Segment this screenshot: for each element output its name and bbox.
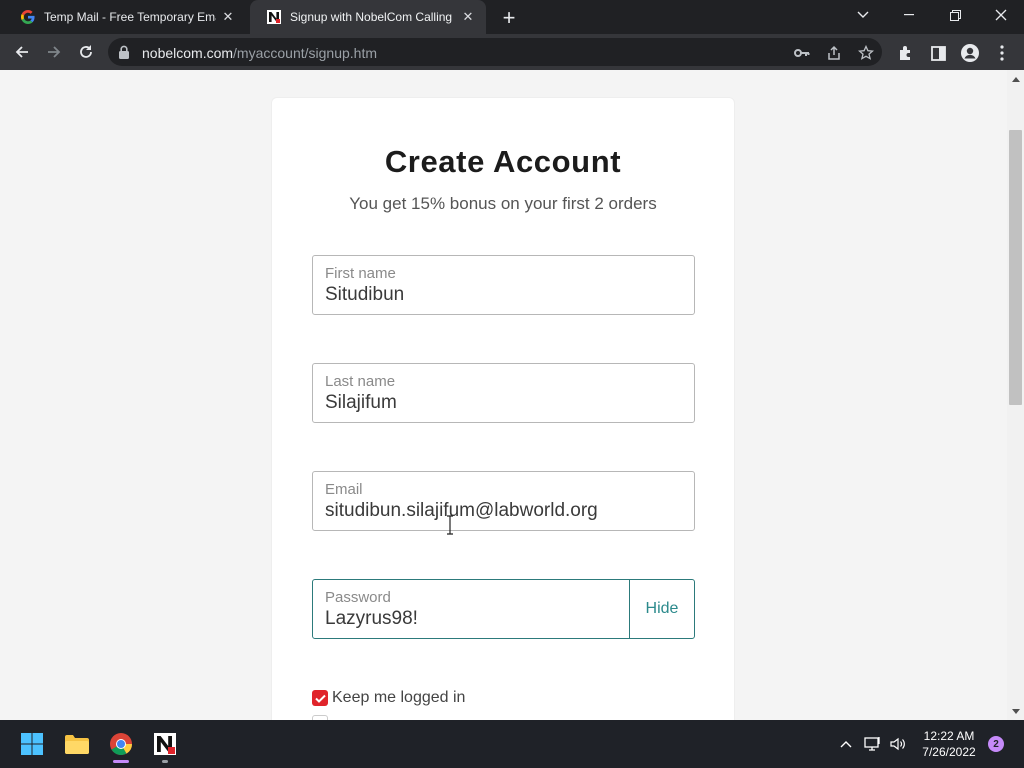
last-name-input[interactable]: [325, 392, 685, 414]
nobelcom-running-indicator: [162, 760, 168, 763]
lock-icon[interactable]: [118, 45, 130, 59]
share-icon[interactable]: [825, 44, 843, 62]
url-path: /myaccount/signup.htm: [233, 45, 378, 61]
new-tab-button[interactable]: +: [496, 5, 522, 31]
scrollbar-thumb[interactable]: [1009, 130, 1022, 405]
volume-icon[interactable]: [888, 734, 908, 754]
email-field[interactable]: Email: [312, 471, 695, 531]
extensions-puzzle-icon[interactable]: [895, 42, 917, 64]
scroll-up-arrow-icon[interactable]: [1007, 72, 1024, 86]
scroll-down-arrow-icon[interactable]: [1007, 704, 1024, 718]
restore-button[interactable]: [932, 0, 978, 30]
page-title: Create Account: [384, 144, 622, 179]
google-g-icon: [20, 9, 36, 25]
minimize-button[interactable]: [886, 0, 932, 30]
close-tab-icon[interactable]: ✕: [216, 5, 240, 29]
chrome-icon[interactable]: [105, 728, 137, 760]
password-field[interactable]: Password: [312, 579, 630, 639]
last-name-label: Last name: [325, 373, 396, 390]
tab-search-chevron-icon[interactable]: [840, 0, 886, 30]
page-viewport: Create Account You get 15% bonus on your…: [0, 70, 1024, 720]
password-key-icon[interactable]: [793, 44, 811, 62]
bookmark-star-icon[interactable]: [857, 44, 875, 62]
system-clock[interactable]: 12:22 AM 7/26/2022: [912, 728, 986, 760]
profile-avatar-icon[interactable]: [959, 42, 981, 64]
email-input[interactable]: [325, 500, 685, 522]
side-panel-icon[interactable]: [927, 42, 949, 64]
first-name-label: First name: [325, 265, 396, 282]
clock-time: 12:22 AM: [923, 729, 975, 743]
password-label: Password: [325, 589, 391, 606]
close-tab-icon[interactable]: ✕: [456, 5, 480, 29]
first-name-field[interactable]: First name: [312, 255, 695, 315]
network-icon[interactable]: [863, 734, 883, 754]
last-name-field[interactable]: Last name: [312, 363, 695, 423]
tab-title: Signup with NobelCom Calling P: [290, 10, 456, 24]
file-explorer-icon[interactable]: [61, 728, 93, 760]
tab-temp-mail[interactable]: Temp Mail - Free Temporary Ema ✕: [4, 0, 246, 34]
first-name-input[interactable]: [325, 284, 685, 306]
keep-logged-in-label: Keep me logged in: [332, 689, 466, 706]
chrome-active-indicator: [113, 760, 129, 763]
forward-button[interactable]: [40, 38, 68, 66]
signup-card: Create Account You get 15% bonus on your…: [271, 97, 735, 720]
close-window-button[interactable]: [978, 0, 1024, 30]
text-cursor-icon: [446, 515, 454, 535]
tab-nobelcom-signup[interactable]: Signup with NobelCom Calling P ✕: [250, 0, 486, 34]
show-hidden-icons-chevron-icon[interactable]: [836, 734, 856, 754]
nobelcom-n-icon: [266, 9, 282, 25]
clock-date: 7/26/2022: [922, 745, 976, 759]
bonus-subtitle: You get 15% bonus on your first 2 orders: [349, 194, 657, 213]
password-input[interactable]: [325, 608, 620, 630]
hide-password-button[interactable]: Hide: [629, 579, 695, 639]
keep-logged-in-row[interactable]: Keep me logged in: [312, 689, 465, 707]
email-label: Email: [325, 481, 363, 498]
notification-badge[interactable]: 2: [988, 736, 1004, 752]
nobelcom-app-icon[interactable]: [149, 728, 181, 760]
reload-button[interactable]: [72, 38, 100, 66]
back-button[interactable]: [8, 38, 36, 66]
menu-kebab-icon[interactable]: [991, 42, 1013, 64]
tab-title: Temp Mail - Free Temporary Ema: [44, 10, 216, 24]
keep-logged-in-checkbox[interactable]: [312, 690, 328, 706]
windows-start-icon[interactable]: [16, 728, 48, 760]
url-text[interactable]: nobelcom.com/myaccount/signup.htm: [142, 45, 377, 61]
url-domain: nobelcom.com: [142, 45, 234, 61]
